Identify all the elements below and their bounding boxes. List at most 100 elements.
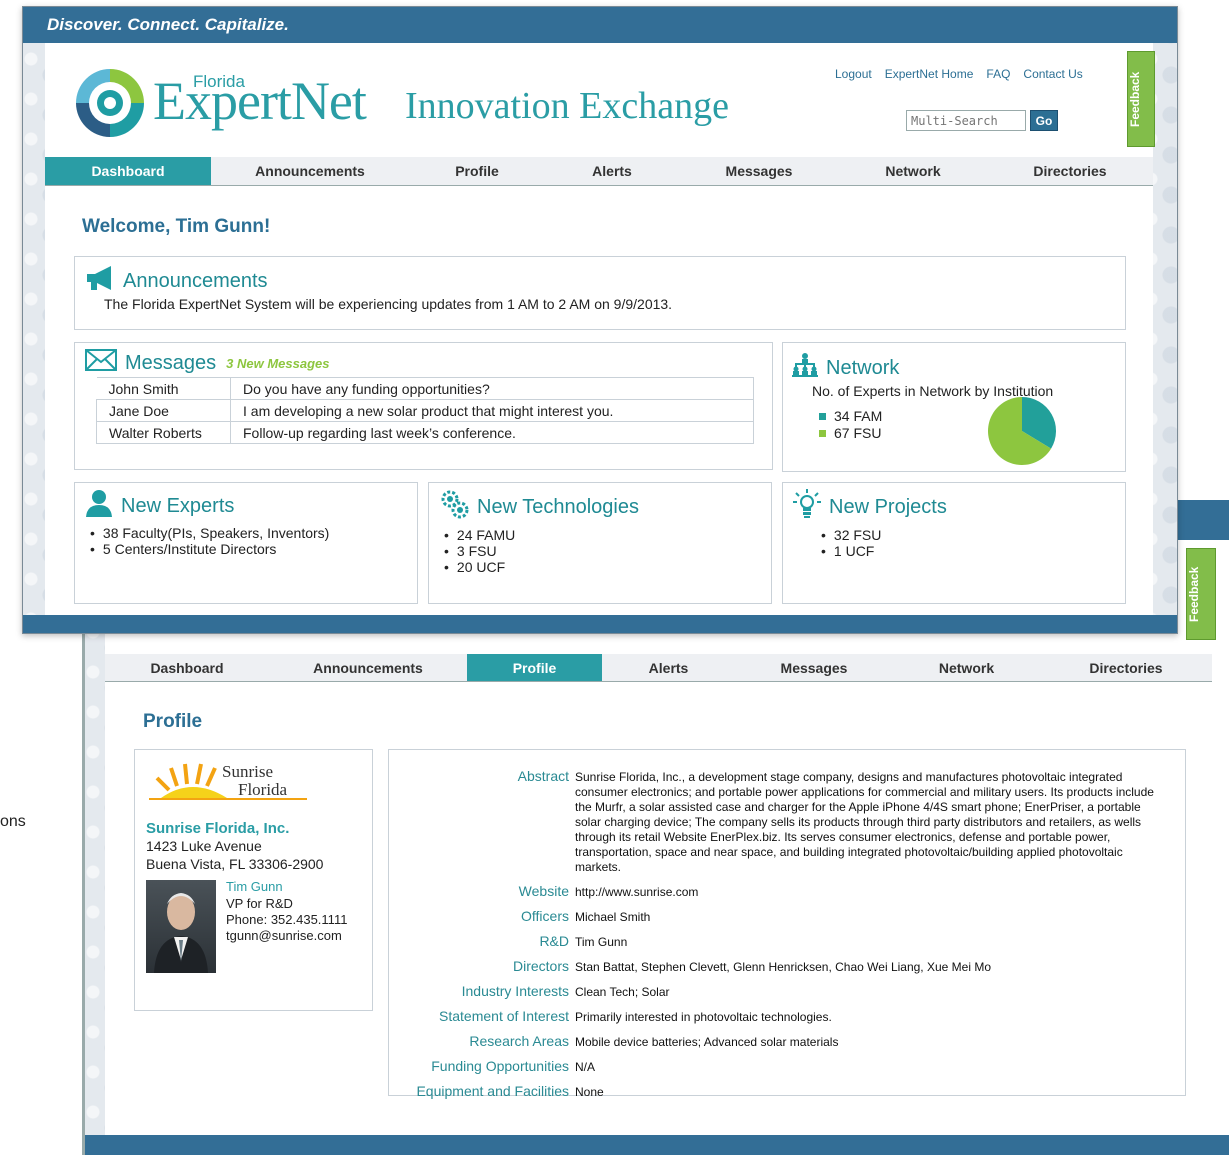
profile-field-row: Equipment and Facilities None (389, 1078, 1165, 1103)
contact-photo (146, 880, 216, 973)
profile-field-value: None (575, 1085, 604, 1099)
list-item: 38 Faculty(PIs, Speakers, Inventors) (90, 525, 329, 541)
feedback-button[interactable]: Feedback (1127, 51, 1155, 147)
company-name: Sunrise Florida, Inc. (146, 820, 290, 837)
profile-field-value: Michael Smith (575, 910, 651, 924)
tab-messages[interactable]: Messages (735, 654, 893, 681)
announcements-header: Announcements (85, 265, 268, 297)
tab-messages[interactable]: Messages (679, 157, 839, 185)
profile-field-value: Tim Gunn (575, 935, 628, 949)
profile-field-label: Statement of Interest (439, 1008, 569, 1024)
profile-title: Profile (143, 711, 203, 732)
new-projects-header: New Projects (793, 489, 947, 525)
list-item: 20 UCF (444, 559, 515, 575)
network-panel: Network No. of Experts in Network by Ins… (782, 342, 1126, 472)
logo-expertnet: ExpertNet (153, 71, 367, 131)
go-button[interactable]: Go (1030, 110, 1058, 131)
list-item: 32 FSU (821, 527, 881, 543)
message-row[interactable]: Walter Roberts Follow-up regarding last … (96, 421, 754, 444)
profile-field-label: Research Areas (469, 1033, 569, 1049)
list-item: 24 FAMU (444, 527, 515, 543)
profile-field-label: Equipment and Facilities (416, 1083, 569, 1099)
tab-alerts[interactable]: Alerts (545, 157, 679, 185)
announcement-text: The Florida ExpertNet System will be exp… (104, 296, 673, 312)
faq-link[interactable]: FAQ (986, 67, 1010, 81)
message-from: John Smith (96, 377, 231, 400)
messages-panel: Messages 3 New Messages John Smith Do yo… (74, 342, 773, 470)
network-pie-chart (988, 397, 1056, 465)
expertnet-logo-icon (73, 66, 147, 140)
profile-field-label: Officers (521, 908, 569, 924)
profile-field-row: Funding Opportunities N/A (389, 1053, 1165, 1078)
profile-field-row: Website http://www.sunrise.com (389, 878, 1165, 903)
sunrise-logo-line2: Florida (238, 780, 288, 799)
messages-table: John Smith Do you have any funding oppor… (96, 377, 754, 444)
profile-nav: Dashboard Announcements Profile Alerts M… (105, 654, 1212, 682)
profile-field-value[interactable]: http://www.sunrise.com (575, 878, 1165, 903)
messages-header: Messages 3 New Messages (85, 349, 330, 377)
list-item: 3 FSU (444, 543, 515, 559)
multi-search-input[interactable] (906, 110, 1026, 131)
tab-profile[interactable]: Profile (467, 654, 602, 681)
megaphone-icon (85, 265, 115, 297)
new-projects-title: New Projects (829, 495, 947, 518)
legend-fsu: 67 FSU (819, 425, 881, 441)
person-icon (85, 489, 113, 523)
company-card: Sunrise Florida Sunrise Florida, Inc. 14… (134, 749, 373, 1011)
list-item: 5 Centers/Institute Directors (90, 541, 329, 557)
tab-announcements[interactable]: Announcements (211, 157, 409, 185)
header-links: Logout ExpertNet Home FAQ Contact Us (835, 67, 1083, 81)
profile-field-label: Abstract (517, 768, 569, 784)
partial-text: ons (0, 813, 26, 830)
tab-announcements[interactable]: Announcements (269, 654, 467, 681)
new-technologies-header: New Technologies (439, 489, 639, 525)
message-row[interactable]: John Smith Do you have any funding oppor… (96, 377, 754, 400)
profile-footer-bar (85, 1135, 1229, 1155)
tab-directories[interactable]: Directories (987, 157, 1153, 185)
profile-field-row: Abstract Sunrise Florida, Inc., a develop… (389, 766, 1165, 878)
logout-link[interactable]: Logout (835, 67, 872, 81)
message-row[interactable]: Jane Doe I am developing a new solar pro… (96, 399, 754, 422)
message-from: Jane Doe (96, 399, 231, 422)
contact-name[interactable]: Tim Gunn (226, 879, 283, 894)
company-address1: 1423 Luke Avenue (146, 838, 262, 854)
dashboard-footer-bar (23, 615, 1177, 633)
org-chart-icon (792, 353, 818, 383)
logo-innovation-exchange: Innovation Exchange (405, 85, 729, 127)
profile-field-value: Clean Tech; Solar (575, 985, 670, 999)
expertnet-home-link[interactable]: ExpertNet Home (885, 67, 974, 81)
feedback-button-back[interactable]: Feedback (1186, 548, 1216, 640)
profile-field-value: Primarily interested in photovoltaic tec… (575, 1010, 832, 1024)
tab-dashboard[interactable]: Dashboard (105, 654, 269, 681)
announcements-title: Announcements (123, 269, 268, 292)
new-technologies-panel: New Technologies 24 FAMU 3 FSU 20 UCF (428, 482, 772, 604)
company-address2: Buena Vista, FL 33306-2900 (146, 856, 324, 872)
messages-title: Messages (125, 351, 217, 374)
tab-network[interactable]: Network (893, 654, 1040, 681)
profile-field-label: Website (518, 883, 569, 899)
new-messages-badge[interactable]: 3 New Messages (226, 356, 329, 371)
profile-details: Abstract Sunrise Florida, Inc., a develop… (388, 749, 1186, 1099)
tab-alerts[interactable]: Alerts (602, 654, 735, 681)
new-technologies-list: 24 FAMU 3 FSU 20 UCF (444, 527, 515, 575)
profile-field-value: Sunrise Florida, Inc., a development sta… (575, 770, 1154, 874)
profile-field-row: Industry Interests Clean Tech; Solar (389, 978, 1165, 1003)
new-experts-list: 38 Faculty(PIs, Speakers, Inventors) 5 C… (90, 525, 329, 557)
tab-dashboard[interactable]: Dashboard (45, 157, 211, 185)
new-technologies-title: New Technologies (477, 495, 639, 518)
legend-label: 34 FAM (834, 408, 883, 424)
profile-field-value: Mobile device batteries; Advanced solar … (575, 1035, 839, 1049)
contact-email[interactable]: tgunn@sunrise.com (226, 928, 342, 943)
profile-field-value: N/A (575, 1060, 596, 1074)
contact-title: VP for R&D (226, 896, 293, 911)
contact-us-link[interactable]: Contact Us (1023, 67, 1082, 81)
tab-network[interactable]: Network (839, 157, 987, 185)
profile-field-row: Directors Stan Battat, Stephen Clevett, G… (389, 953, 1165, 978)
new-experts-title: New Experts (121, 494, 235, 517)
message-subject: Do you have any funding opportunities? (230, 377, 754, 400)
new-experts-header: New Experts (85, 489, 234, 523)
profile-field-row: Statement of Interest Primarily intereste… (389, 1003, 1165, 1028)
top-bar: Discover. Connect. Capitalize. (23, 7, 1177, 43)
tab-directories[interactable]: Directories (1040, 654, 1212, 681)
tab-profile[interactable]: Profile (409, 157, 545, 185)
